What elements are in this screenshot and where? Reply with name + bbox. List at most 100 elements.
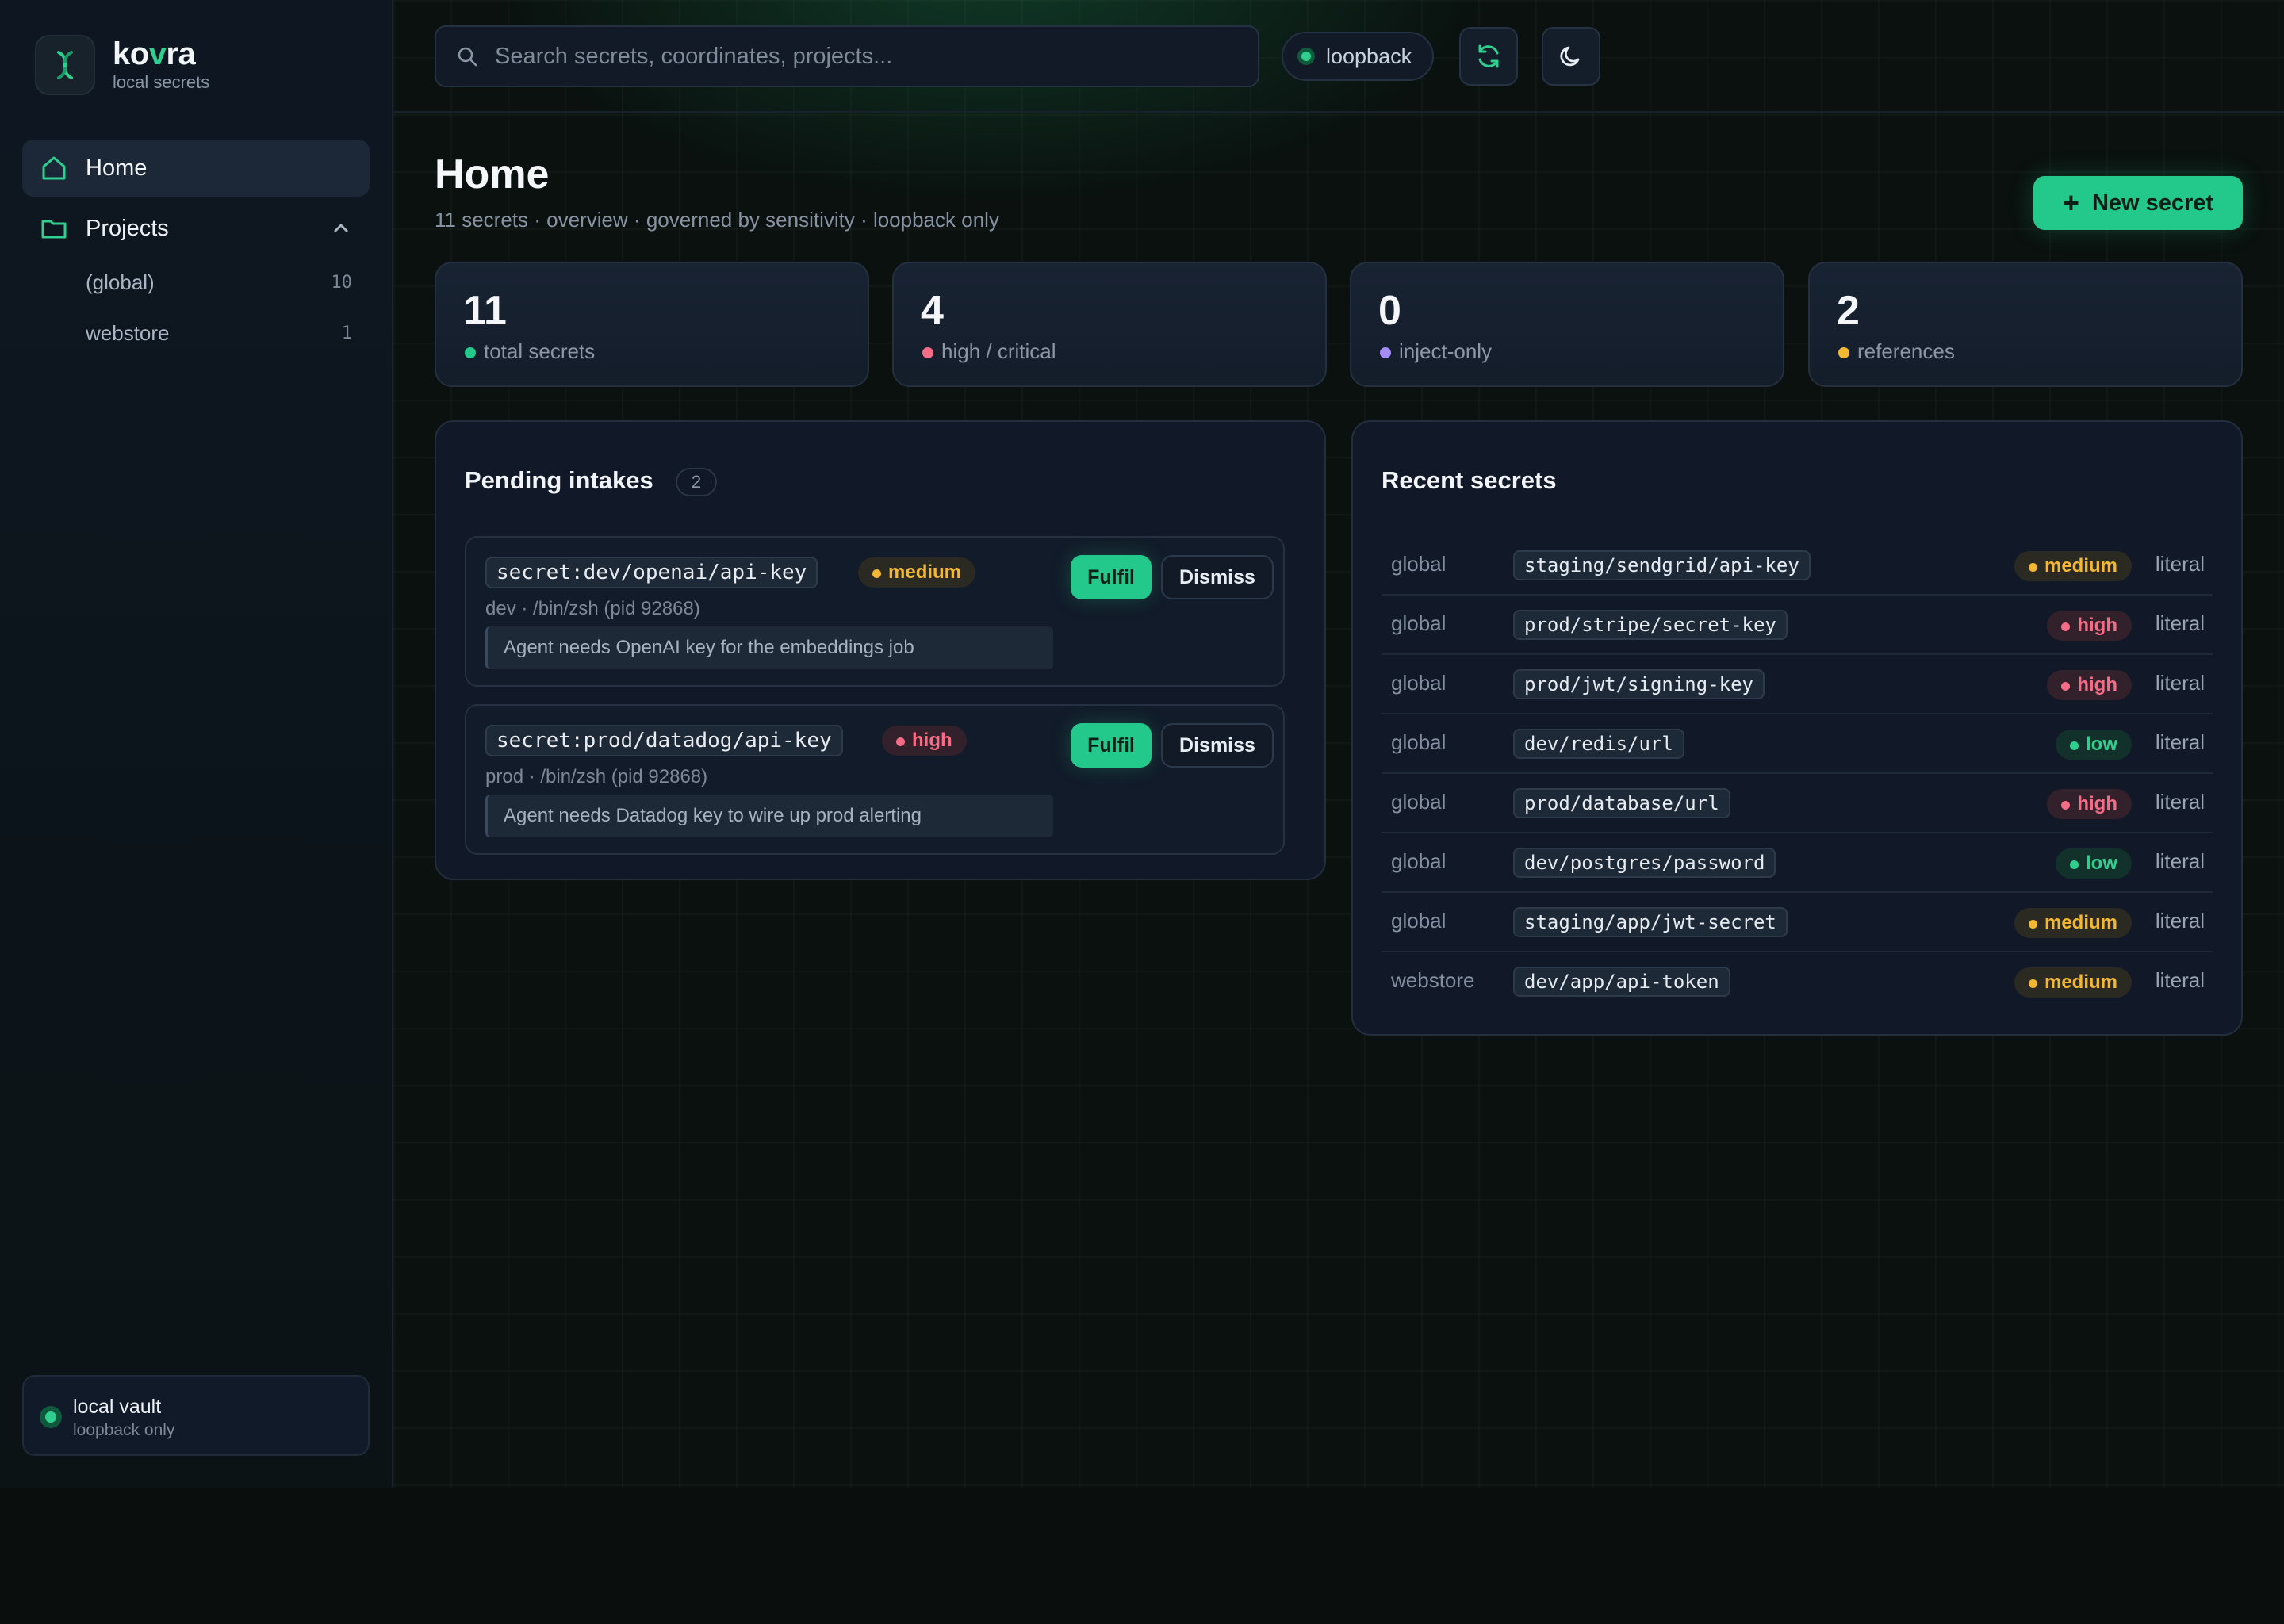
intake-note: Agent needs OpenAI key for the embedding… (485, 626, 1053, 669)
sidebar: kovra local secrets Home Projects (globa… (0, 0, 393, 1488)
severity-badge: high (2047, 611, 2132, 641)
moon-icon (1560, 46, 1580, 67)
stat-card-inject: 0 inject-only (1350, 262, 1784, 387)
row-kind: literal (2155, 730, 2205, 754)
app-window: kovra local secrets Home Projects (globa… (0, 0, 2284, 1488)
row-coordinate: prod/jwt/signing-key (1513, 669, 1765, 699)
row-kind: literal (2155, 790, 2205, 814)
search-input[interactable] (495, 43, 1209, 70)
secret-coordinate: secret:prod/datadog/api-key (485, 725, 843, 756)
folder-icon (41, 220, 67, 239)
row-project: global (1391, 849, 1447, 873)
home-icon (42, 156, 66, 180)
intake-card: secret:prod/datadog/api-key high prod · … (465, 704, 1285, 855)
sidebar-project-global[interactable]: (global) 10 (22, 260, 370, 304)
pending-intakes-panel: Pending intakes 2 secret:dev/openai/api-… (435, 420, 1326, 880)
severity-badge: high (882, 726, 967, 756)
stat-label: references (1857, 339, 1955, 363)
dismiss-button[interactable]: Dismiss (1161, 555, 1274, 599)
sidebar-item-home[interactable]: Home (22, 140, 370, 197)
status-dot-icon (1297, 48, 1315, 65)
stat-value: 4 (921, 288, 944, 334)
row-coordinate: dev/app/api-token (1513, 967, 1730, 997)
project-count: 1 (341, 323, 352, 343)
secret-coordinate: secret:dev/openai/api-key (485, 557, 818, 588)
severity-badge: medium (2014, 967, 2132, 998)
theme-toggle-button[interactable] (1542, 27, 1600, 86)
search-box[interactable] (435, 25, 1259, 87)
status-dot-icon (40, 1406, 62, 1428)
severity-badge: medium (858, 557, 976, 588)
table-row[interactable]: global prod/stripe/secret-key high liter… (1382, 596, 2213, 655)
plus-icon: + (2062, 186, 2079, 219)
row-coordinate: dev/postgres/password (1513, 848, 1776, 878)
stat-label: high / critical (941, 339, 1056, 363)
table-row[interactable]: global dev/postgres/password low literal (1382, 833, 2213, 893)
fulfil-button[interactable]: Fulfil (1071, 555, 1152, 599)
sidebar-item-label: Home (86, 155, 148, 181)
stat-dot-icon (1838, 347, 1849, 358)
sidebar-project-webstore[interactable]: webstore 1 (22, 311, 370, 355)
severity-badge: low (2056, 730, 2132, 760)
stat-card-references: 2 references (1808, 262, 2243, 387)
row-kind: literal (2155, 968, 2205, 992)
panel-title: Pending intakes (465, 466, 653, 494)
stat-card-total: 11 total secrets (435, 262, 869, 387)
kovra-logo-icon (35, 35, 95, 95)
recent-secrets-panel: Recent secrets global staging/sendgrid/a… (1351, 420, 2243, 1036)
status-label: loopback (1326, 44, 1412, 68)
table-row[interactable]: webstore dev/app/api-token medium litera… (1382, 952, 2213, 1012)
loopback-status[interactable]: loopback (1282, 32, 1434, 81)
sidebar-item-projects[interactable]: Projects (22, 200, 370, 257)
stat-label: inject-only (1399, 339, 1493, 363)
count-badge: 2 (676, 468, 717, 496)
row-project: global (1391, 611, 1447, 635)
brand-name: kovra (113, 36, 196, 71)
row-kind: literal (2155, 611, 2205, 635)
topbar: loopback (393, 0, 2284, 113)
table-row[interactable]: global staging/app/jwt-secret medium lit… (1382, 893, 2213, 952)
intake-note: Agent needs Datadog key to wire up prod … (485, 795, 1053, 837)
row-coordinate: prod/database/url (1513, 788, 1730, 818)
row-kind: literal (2155, 909, 2205, 933)
refresh-button[interactable] (1459, 27, 1518, 86)
row-project: global (1391, 552, 1447, 576)
stat-label: total secrets (484, 339, 596, 363)
brand-subtitle: local secrets (113, 72, 210, 92)
row-kind: literal (2155, 849, 2205, 873)
fulfil-button[interactable]: Fulfil (1071, 723, 1152, 768)
brand[interactable]: kovra local secrets (35, 35, 209, 95)
stat-card-high: 4 high / critical (892, 262, 1327, 387)
severity-badge: medium (2014, 551, 2132, 581)
stat-dot-icon (1380, 347, 1391, 358)
intake-meta: prod · /bin/zsh (pid 92868) (485, 766, 708, 787)
page-subtitle: 11 secrets · overview · governed by sens… (435, 208, 999, 232)
refresh-icon (1478, 44, 1499, 68)
table-row[interactable]: global dev/redis/url low literal (1382, 714, 2213, 774)
table-row[interactable]: global staging/sendgrid/api-key medium l… (1382, 536, 2213, 596)
vault-status: local vault loopback only (22, 1375, 370, 1456)
row-project: global (1391, 671, 1447, 695)
row-project: global (1391, 909, 1447, 933)
stat-value: 2 (1837, 288, 1860, 334)
row-project: global (1391, 730, 1447, 754)
intake-meta: dev · /bin/zsh (pid 92868) (485, 598, 700, 619)
chevron-up-icon[interactable] (330, 217, 352, 239)
row-coordinate: staging/app/jwt-secret (1513, 907, 1788, 937)
stat-value: 11 (463, 288, 507, 334)
vault-title: local vault (73, 1396, 162, 1418)
table-row[interactable]: global prod/jwt/signing-key high literal (1382, 655, 2213, 714)
row-coordinate: prod/stripe/secret-key (1513, 610, 1788, 640)
dismiss-button[interactable]: Dismiss (1161, 723, 1274, 768)
table-row[interactable]: global prod/database/url high literal (1382, 774, 2213, 833)
row-project: webstore (1391, 968, 1475, 992)
stat-dot-icon (465, 347, 476, 358)
page-title: Home (435, 151, 550, 197)
row-kind: literal (2155, 552, 2205, 576)
intake-card: secret:dev/openai/api-key medium dev · /… (465, 536, 1285, 687)
new-secret-button[interactable]: + New secret (2033, 176, 2243, 230)
row-coordinate: dev/redis/url (1513, 729, 1684, 759)
project-count: 10 (331, 272, 353, 293)
panel-title: Recent secrets (1382, 466, 1557, 494)
stat-value: 0 (1378, 288, 1401, 334)
